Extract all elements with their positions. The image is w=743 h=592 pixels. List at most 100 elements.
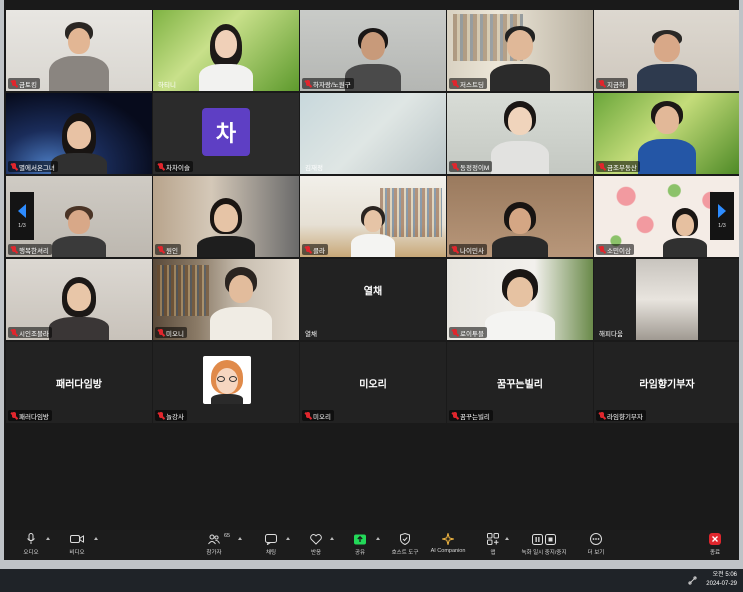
avatar: 차 (202, 108, 250, 156)
share-screen-button[interactable]: 공유 (349, 532, 371, 558)
reactions-options-caret[interactable] (330, 537, 334, 540)
mic-muted-icon (452, 162, 458, 171)
gallery-view: 금토킹 하티니 하자랑/노원구 저스트딩 지금하 별에서온그녀 차 차차이슬 김… (4, 8, 739, 424)
participant-count: 65 (224, 533, 231, 539)
participants-icon (208, 534, 220, 544)
chat-options-caret[interactable] (286, 537, 290, 540)
pause-icon (532, 533, 543, 545)
recording-controls-button[interactable]: 녹화 일시 중지/중지 (514, 532, 574, 558)
clock-time: 오전 5:06 (712, 572, 737, 578)
mic-muted-icon (158, 411, 164, 420)
participant-name-bar: 패러다임방 (8, 410, 52, 421)
audio-button[interactable]: 오디오 (20, 532, 42, 558)
microphone-icon (27, 533, 35, 544)
avatar (203, 356, 251, 404)
participant-name-bar: 해피다움 (599, 330, 623, 338)
mic-muted-icon (305, 79, 311, 88)
video-tile[interactable]: 원인 (153, 176, 299, 257)
video-tile[interactable]: 지금하 (594, 10, 739, 91)
video-tile[interactable]: 열채 열채 (300, 259, 446, 340)
video-tile[interactable]: 하자랑/노원구 (300, 10, 446, 91)
video-tile[interactable]: 해피다움 (594, 259, 739, 340)
video-tile[interactable]: 하티니 (153, 10, 299, 91)
mic-muted-icon (158, 328, 164, 337)
participant-name-bar: 금조부동산 (596, 161, 640, 172)
chevron-right-icon (718, 203, 726, 218)
participants-options-caret[interactable] (238, 537, 242, 540)
reactions-button[interactable]: 반응 (305, 532, 327, 558)
apps-button[interactable]: 앱 (482, 532, 504, 558)
mic-muted-icon (11, 245, 17, 254)
participants-button[interactable]: 65 참가자 (203, 532, 230, 558)
sparkle-icon (442, 533, 454, 545)
previous-page-button[interactable]: 1/3 (10, 192, 34, 240)
mic-muted-icon (452, 411, 458, 420)
video-options-caret[interactable] (94, 537, 98, 540)
system-clock[interactable]: 오전 5:06 2024-07-29 (706, 571, 737, 589)
video-tile[interactable]: 놀강사 (153, 342, 299, 423)
participant-name-bar: 금토킹 (8, 78, 40, 89)
video-tile[interactable]: 클라 (300, 176, 446, 257)
heart-icon (310, 533, 322, 545)
end-meeting-button[interactable]: 종료 (704, 532, 726, 558)
participant-name-bar: 소민이삼 (596, 244, 634, 255)
mic-muted-icon (11, 79, 17, 88)
next-page-button[interactable]: 1/3 (710, 192, 734, 240)
video-tile[interactable]: 나이민사 (447, 176, 593, 257)
video-tile[interactable]: 별에서온그녀 (6, 93, 152, 174)
mic-muted-icon (11, 162, 17, 171)
participant-display-name: 라임향기부자 (639, 379, 695, 390)
mic-muted-icon (305, 245, 311, 254)
participant-name-bar: 김재정 (305, 164, 323, 172)
mic-muted-icon (11, 411, 17, 420)
mic-muted-icon (452, 245, 458, 254)
share-screen-icon (354, 534, 366, 544)
video-tile[interactable]: 패러다임방 패러다임방 (6, 342, 152, 423)
video-tile[interactable]: 미오리 미오리 (300, 342, 446, 423)
chat-button[interactable]: 채팅 (260, 532, 282, 558)
zoom-meeting-window: 금토킹 하티니 하자랑/노원구 저스트딩 지금하 별에서온그녀 차 차차이슬 김… (4, 0, 739, 560)
page-indicator: 1/3 (718, 222, 726, 229)
host-tools-button[interactable]: 호스트 도구 (388, 532, 422, 558)
network-icon[interactable] (688, 576, 697, 585)
video-tile[interactable]: 금토킹 (6, 10, 152, 91)
video-tile[interactable]: 꿈꾸는빌리 꿈꾸는빌리 (447, 342, 593, 423)
ai-companion-button[interactable]: AI Companion (428, 532, 468, 558)
mic-muted-icon (452, 79, 458, 88)
audio-options-caret[interactable] (46, 537, 50, 540)
mic-muted-icon (305, 411, 311, 420)
apps-options-caret[interactable] (505, 537, 509, 540)
video-tile[interactable]: 로이투블 (447, 259, 593, 340)
participant-name-bar: 저스트딩 (449, 78, 487, 89)
stop-icon (545, 533, 556, 545)
participant-name-bar: 나이민사 (449, 244, 487, 255)
video-tile[interactable]: 차 차차이슬 (153, 93, 299, 174)
video-button[interactable]: 비디오 (66, 532, 88, 558)
mic-muted-icon (158, 245, 164, 254)
participant-name-bar: 로이투블 (449, 327, 487, 338)
share-options-caret[interactable] (376, 537, 380, 540)
participant-display-name: 패러다임방 (56, 379, 102, 390)
video-tile[interactable]: 금조부동산 (594, 93, 739, 174)
participant-name-bar: 열채 (305, 330, 317, 338)
more-button[interactable]: 더 보기 (585, 532, 607, 558)
video-tile[interactable]: 동정정이M (447, 93, 593, 174)
mic-muted-icon (452, 328, 458, 337)
participant-name-bar: 라임향기부자 (596, 410, 646, 421)
participant-name-bar: 시인조블라 (8, 327, 52, 338)
video-tile[interactable]: 저스트딩 (447, 10, 593, 91)
participant-name-bar: 꿈꾸는빌리 (449, 410, 493, 421)
shield-icon (400, 533, 410, 545)
participant-name-bar: 원인 (155, 244, 181, 255)
video-tile[interactable]: 라임향기부자 라임향기부자 (594, 342, 739, 423)
participant-name-bar: 하자랑/노원구 (302, 78, 354, 89)
video-tile[interactable]: 김재정 (300, 93, 446, 174)
meeting-toolbar: 오디오 비디오 65 참가자 채팅 반응 공유 호스트 도구 AI Compan… (4, 530, 739, 560)
participant-display-name: 꿈꾸는빌리 (497, 379, 543, 390)
video-tile[interactable]: 시인조블라 (6, 259, 152, 340)
participant-name-bar: 행복한셔리 (8, 244, 52, 255)
video-tile[interactable]: 미오니 (153, 259, 299, 340)
participant-name-bar: 미오리 (302, 410, 334, 421)
mic-muted-icon (599, 245, 605, 254)
mic-muted-icon (158, 162, 164, 171)
